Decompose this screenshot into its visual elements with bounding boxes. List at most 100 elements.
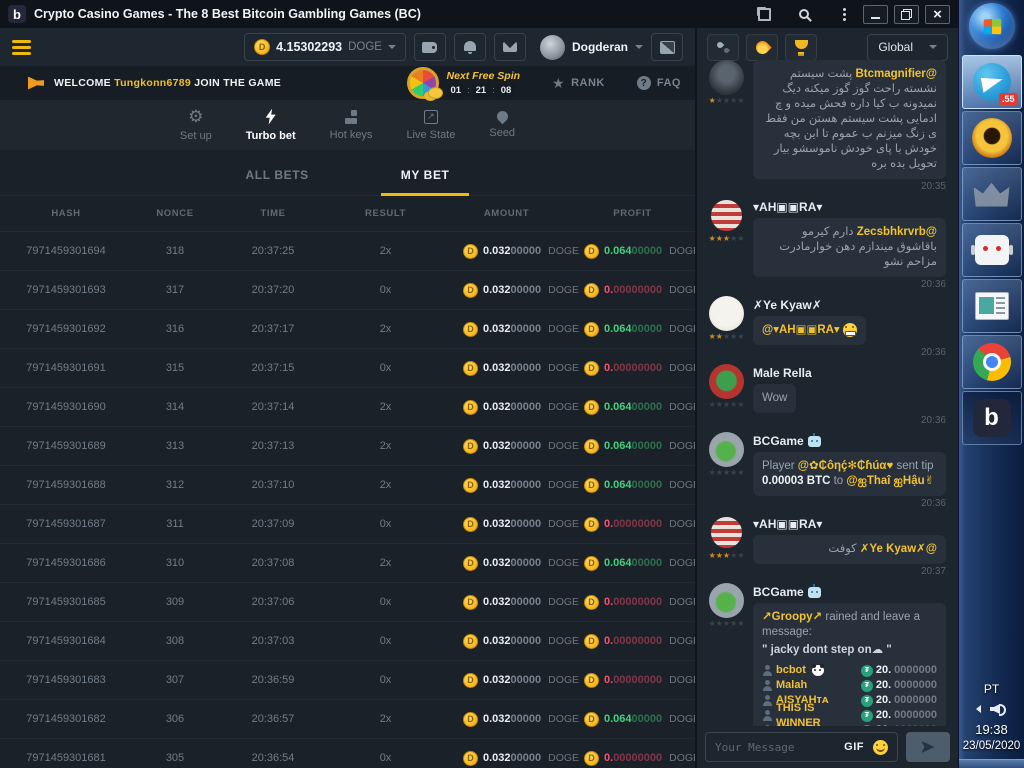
bet-profit: 0.00000000DOGE [570,751,695,766]
table-row[interactable]: 797145930169031420:37:142x0.03200000DOGE… [0,388,695,427]
user-mention[interactable]: @▾AH▣▣RA▾ [762,324,840,336]
chat-avatar[interactable] [709,198,744,233]
rain-button[interactable] [707,34,739,61]
table-row[interactable]: 797145930168931320:37:132x0.03200000DOGE… [0,427,695,466]
user-mention[interactable]: @Btcmagnifier [855,68,937,80]
star-icon: ★ [737,469,744,477]
table-row[interactable]: 797145930169431820:37:252x0.03200000DOGE… [0,232,695,271]
table-row[interactable]: 797145930169131520:37:150x0.03200000DOGE… [0,349,695,388]
chat-avatar[interactable] [709,583,744,618]
chat-avatar[interactable] [709,432,744,467]
user-mention[interactable]: @✗Ye Kyaw✗ [860,543,937,555]
star-icon: ★ [737,97,744,105]
table-row[interactable]: 797145930168530920:37:060x0.03200000DOGE… [0,583,695,622]
search-icon[interactable] [791,3,817,25]
chat-toggle-button[interactable] [651,33,683,61]
gif-button[interactable]: GIF [844,741,864,753]
user-mention[interactable]: @Zecsbhkrvrb [857,226,937,238]
taskbar-clock[interactable]: 19:38 23/05/2020 [963,722,1021,752]
start-button[interactable] [969,3,1015,49]
messages-button[interactable] [494,33,526,61]
kebab-menu-icon[interactable] [831,3,857,25]
tab-live-state[interactable]: Live State [406,110,455,141]
tab-hot-keys[interactable]: Hot keys [330,110,373,141]
bet-time: 20:37:15 [218,362,328,374]
chat-username[interactable]: Male Rella [753,366,946,380]
taskbar-telegram-button[interactable]: .55 [962,55,1022,109]
chat-username[interactable]: BCGame [753,434,946,448]
person-icon [762,665,773,676]
translate-icon[interactable] [751,3,777,25]
taskbar-robot-button[interactable] [962,223,1022,277]
balance-selector[interactable]: 4.15302293 DOGE [244,33,406,61]
doge-coin-icon [584,751,599,766]
faq-link[interactable]: ?FAQ [637,76,681,90]
chat-username[interactable]: BCGame [753,585,946,599]
table-row[interactable]: 797145930169231620:37:172x0.03200000DOGE… [0,310,695,349]
rain-winner[interactable]: Malah [762,678,807,693]
bet-hash: 7971459301688 [0,479,132,491]
taskbar-winapp-button[interactable] [962,279,1022,333]
bet-nonce: 310 [132,557,218,569]
chat-avatar[interactable] [709,60,744,95]
kebab-glyph [843,8,846,11]
table-row[interactable]: 797145930168731120:37:090x0.03200000DOGE… [0,505,695,544]
bet-profit: 0.06400000DOGE [570,244,695,259]
star-icon: ★ [723,552,730,560]
table-row[interactable]: 797145930168330720:36:590x0.03200000DOGE… [0,661,695,700]
table-row[interactable]: 797145930168831220:37:102x0.03200000DOGE… [0,466,695,505]
free-spin-widget[interactable]: Next Free Spin 01:21:08 [407,67,521,99]
bet-time: 20:37:06 [218,596,328,608]
wallet-button[interactable] [414,33,446,61]
table-row[interactable]: 797145930168230620:36:572x0.03200000DOGE… [0,700,695,739]
taskbar-crown-button[interactable] [962,167,1022,221]
tab-my-bet[interactable]: MY BET [381,154,470,196]
user-mention[interactable]: @ஐThaî ஐHậu✌ [846,475,934,487]
header-profit: PROFIT [570,208,695,219]
channel-select[interactable]: Global [867,34,948,61]
taskbar-bcgame-button[interactable]: b [962,391,1022,445]
doge-coin-icon [584,634,599,649]
restore-button[interactable] [894,5,919,24]
table-row[interactable]: 797145930168631020:37:082x0.03200000DOGE… [0,544,695,583]
hamburger-menu-icon[interactable] [12,37,31,58]
taskbar-chrome-button[interactable] [962,335,1022,389]
tab-turbo-bet[interactable]: Turbo bet [246,109,296,142]
taskbar-game-button[interactable] [962,111,1022,165]
tab-label: Set up [180,130,212,142]
contest-button[interactable] [785,34,817,61]
bet-profit: 0.06400000DOGE [570,439,695,454]
bet-nonce: 311 [132,518,218,530]
minimize-button[interactable] [863,5,888,24]
chat-avatar[interactable] [709,515,744,550]
emoji-button[interactable] [873,740,888,755]
rain-winner[interactable]: bcbot [762,663,824,678]
table-row[interactable]: 797145930169331720:37:200x0.03200000DOGE… [0,271,695,310]
message-input[interactable]: Your Message GIF [705,732,898,762]
coindrop-button[interactable] [746,34,778,61]
table-row[interactable]: 797145930168130520:36:540x0.03200000DOGE… [0,739,695,768]
table-row[interactable]: 797145930168430820:37:030x0.03200000DOGE… [0,622,695,661]
hidden-icons-arrow[interactable] [976,705,981,713]
notifications-button[interactable] [454,33,486,61]
rank-link[interactable]: ★RANK [552,76,605,90]
user-menu[interactable]: Dogderan [540,35,643,60]
language-indicator[interactable]: PT [984,682,999,696]
volume-icon[interactable] [990,703,1007,715]
chat-username[interactable]: ▾AH▣▣RA▾ [753,200,946,214]
tab-seed[interactable]: Seed [489,111,515,139]
close-button[interactable]: × [925,5,950,24]
star-icon: ★ [709,469,716,477]
tab-all-bets[interactable]: ALL BETS [226,154,329,196]
chat-username[interactable]: ▾AH▣▣RA▾ [753,517,946,531]
send-button[interactable] [906,732,950,762]
user-mention[interactable]: @✿₵ôηḉ✻₵ɦúα♥ [798,460,894,472]
chat-avatar[interactable] [709,364,744,399]
tab-set-up[interactable]: Set up [180,109,212,142]
bet-hash: 7971459301682 [0,713,132,725]
chat-avatar[interactable] [709,296,744,331]
chat-username[interactable]: ✗Ye Kyaw✗ [753,298,946,312]
green-coin-icon [861,710,873,722]
welcome-label: WELCOME [54,77,111,89]
show-desktop-button[interactable] [959,759,1024,768]
